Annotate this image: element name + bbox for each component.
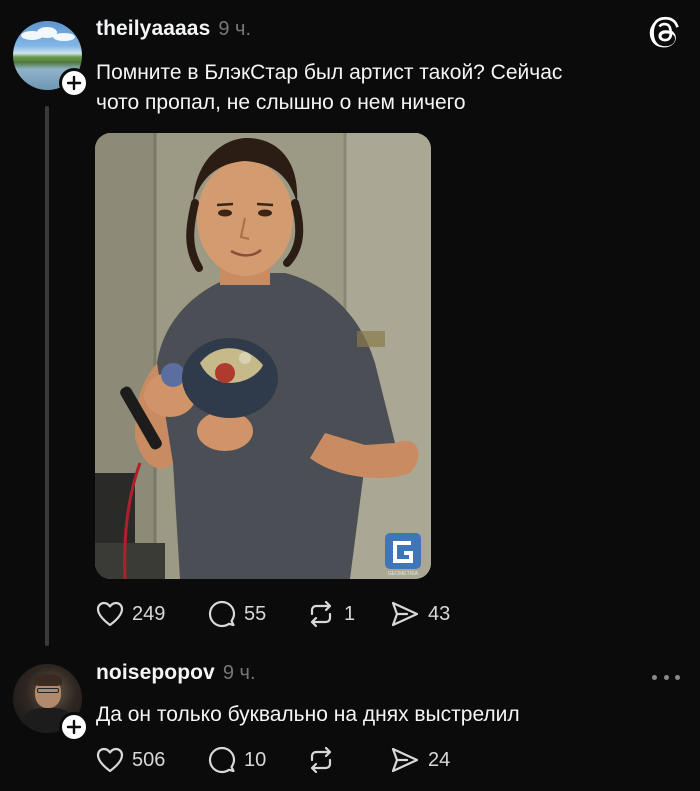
post-text-line: Помните в БлэкСтар был артист такой? Сей… — [96, 61, 563, 84]
reply-count: 55 — [244, 602, 267, 625]
reply-actions: 506 10 24 — [96, 746, 450, 774]
username[interactable]: noisepopov — [96, 661, 215, 685]
repost-count: 1 — [344, 602, 356, 625]
post-text: Помните в БлэкСтар был артист такой? Сей… — [96, 58, 656, 118]
comment-icon — [208, 746, 236, 774]
thread-line — [45, 106, 49, 646]
follow-plus-icon[interactable] — [59, 68, 89, 98]
share-count: 24 — [428, 748, 451, 771]
reply-text: Да он только буквально на днях выстрелил — [96, 703, 520, 726]
post-image[interactable]: GEOMETRIA — [95, 133, 431, 579]
share-button[interactable]: 24 — [390, 746, 450, 774]
post-header: theilyaaaas 9 ч. — [96, 17, 251, 41]
like-button[interactable]: 249 — [96, 601, 208, 627]
reply-header: noisepopov 9 ч. — [96, 661, 256, 685]
timestamp: 9 ч. — [222, 662, 256, 684]
threads-logo-icon[interactable] — [648, 16, 682, 50]
timestamp: 9 ч. — [218, 18, 252, 40]
image-watermark-text: GEOMETRIA — [388, 571, 419, 577]
like-button[interactable]: 506 — [96, 747, 208, 773]
threads-feed: theilyaaaas 9 ч. Помните в БлэкСтар был … — [0, 0, 700, 791]
repost-button[interactable]: 1 — [306, 600, 390, 628]
repost-button[interactable] — [306, 746, 390, 774]
like-count: 506 — [132, 748, 166, 771]
send-icon — [391, 601, 419, 627]
repost-icon — [310, 746, 332, 774]
reply-count: 10 — [244, 748, 267, 771]
share-count: 43 — [428, 602, 451, 625]
username[interactable]: theilyaaaas — [96, 17, 210, 41]
heart-icon — [96, 601, 124, 627]
post-actions: 249 55 1 43 — [96, 600, 450, 628]
reply-button[interactable]: 55 — [208, 600, 306, 628]
more-options-icon[interactable] — [652, 672, 680, 682]
share-button[interactable]: 43 — [390, 600, 450, 628]
comment-icon — [208, 600, 236, 628]
like-count: 249 — [132, 602, 166, 625]
send-icon — [391, 747, 419, 773]
heart-icon — [96, 747, 124, 773]
post-text-line: чото пропал, не слышно о нем ничего — [96, 91, 466, 114]
repost-icon — [310, 600, 332, 628]
follow-plus-icon[interactable] — [59, 712, 89, 742]
reply-button[interactable]: 10 — [208, 746, 306, 774]
